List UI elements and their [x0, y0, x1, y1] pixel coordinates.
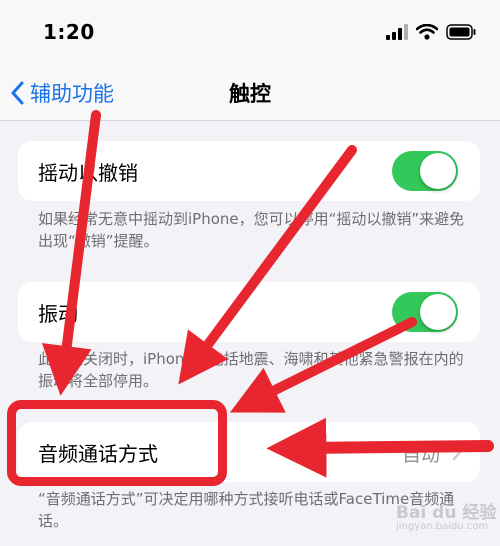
- annotation-arrow: [41, 110, 101, 396]
- watermark-url: jingyan.baidu.com: [396, 521, 489, 532]
- annotation-arrow: [266, 417, 494, 478]
- watermark: Bai du 经验 jingyan.baidu.com: [396, 498, 496, 532]
- annotation-arrows: [41, 110, 494, 478]
- watermark-brand: Bai du 经验: [396, 503, 497, 523]
- annotation-arrow: [229, 317, 417, 413]
- annotation-arrow: [178, 145, 357, 385]
